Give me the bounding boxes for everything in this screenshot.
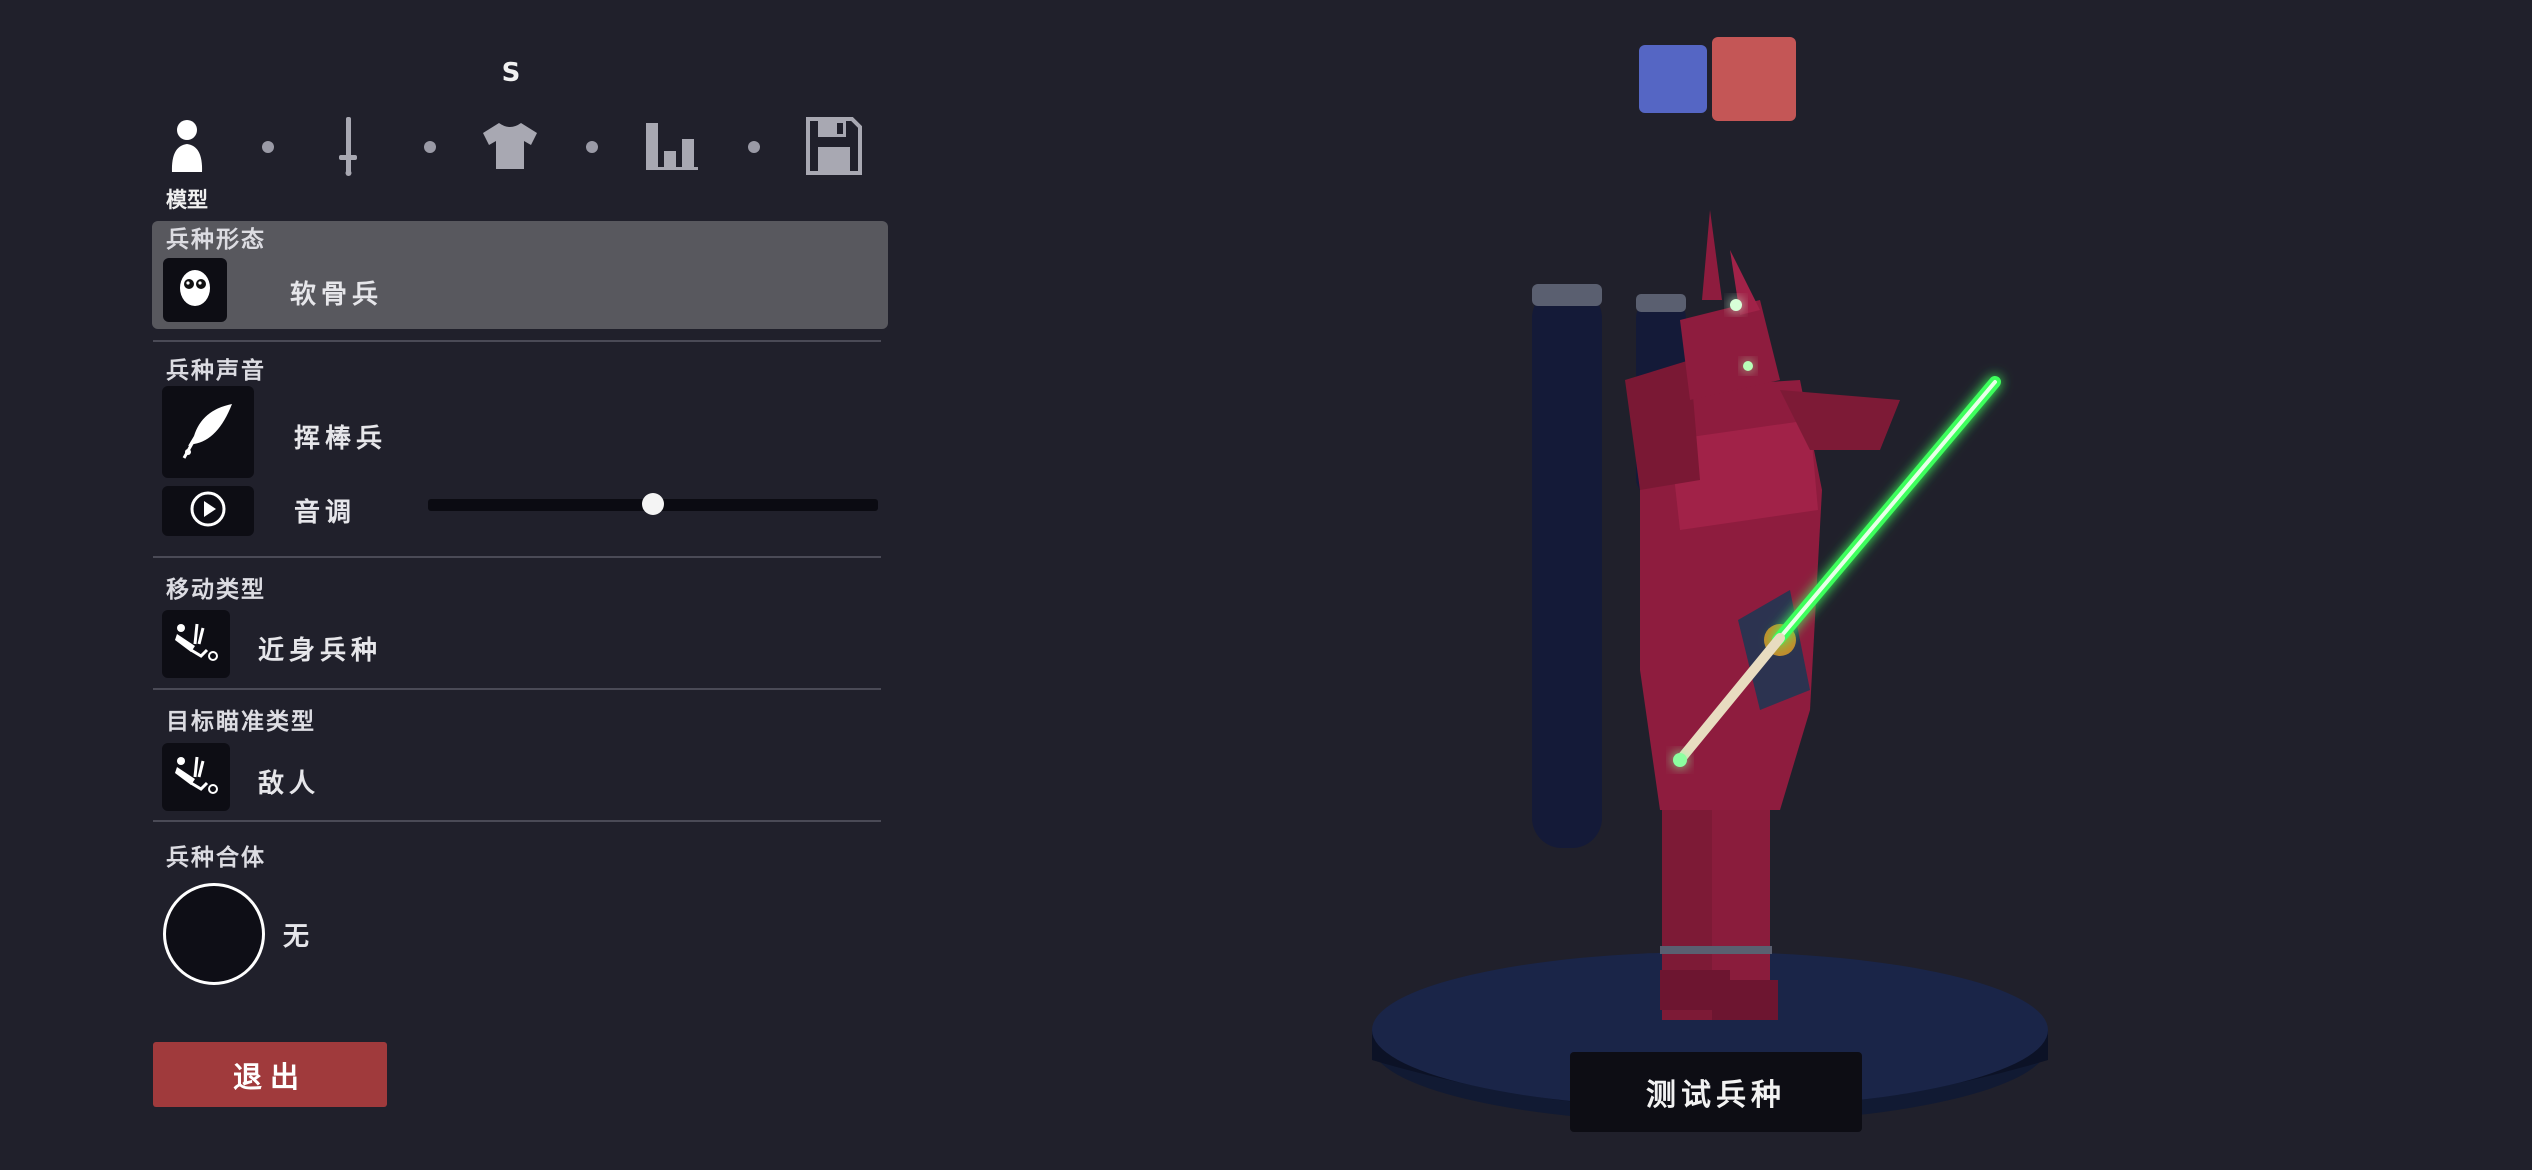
nav-separator-dot <box>748 141 760 153</box>
movement-icon-box[interactable] <box>162 610 230 678</box>
divider <box>153 340 881 342</box>
team-blue-button[interactable] <box>1639 45 1707 113</box>
movement-value: 近身兵种 <box>258 636 383 666</box>
test-unit-button[interactable]: 测试兵种 <box>1570 1052 1862 1132</box>
unit-form-icon-box[interactable] <box>163 258 227 322</box>
targeting-title: 目标瞄准类型 <box>166 709 316 735</box>
play-voice-button[interactable] <box>162 486 254 536</box>
unit-preview-viewport[interactable] <box>1340 150 2080 1150</box>
tab-clothing[interactable] <box>478 116 542 180</box>
pitch-slider-knob[interactable] <box>642 493 664 515</box>
merge-slot-button[interactable] <box>163 883 265 985</box>
merge-title: 兵种合体 <box>166 845 266 871</box>
team-red-button[interactable] <box>1712 37 1796 121</box>
nav-separator-dot <box>262 141 274 153</box>
pitch-label: 音调 <box>294 498 357 528</box>
divider <box>153 820 881 822</box>
unit-voice-icon-box[interactable] <box>162 386 254 478</box>
unit-form-value: 软骨兵 <box>290 280 384 310</box>
tab-stats[interactable] <box>640 116 704 180</box>
nav-separator-dot <box>586 141 598 153</box>
melee-unit-icon <box>171 620 221 668</box>
targeting-icon-box[interactable] <box>162 743 230 811</box>
shirt-icon <box>481 121 539 175</box>
save-icon <box>806 117 862 179</box>
divider <box>153 688 881 690</box>
play-icon <box>189 490 227 532</box>
person-icon <box>167 118 207 178</box>
unit-voice-title: 兵种声音 <box>166 358 266 384</box>
divider <box>153 556 881 558</box>
tab-top-label: S <box>501 58 521 88</box>
movement-title: 移动类型 <box>166 577 266 603</box>
exit-button[interactable]: 退出 <box>153 1042 387 1107</box>
sword-icon <box>336 115 360 181</box>
unit-voice-value: 挥棒兵 <box>294 424 388 454</box>
tab-weapons[interactable] <box>316 116 380 180</box>
unit-preview-render <box>1372 210 2048 1123</box>
skull-face-icon <box>177 268 213 312</box>
tab-save[interactable] <box>802 116 866 180</box>
stats-icon <box>644 121 700 175</box>
tab-caption: 模型 <box>166 188 208 212</box>
melee-unit-icon <box>171 753 221 801</box>
targeting-value: 敌人 <box>258 769 321 799</box>
nav-separator-dot <box>424 141 436 153</box>
feather-icon <box>178 400 238 464</box>
unit-form-title: 兵种形态 <box>166 227 266 253</box>
tab-model[interactable] <box>155 116 219 180</box>
merge-value: 无 <box>283 922 315 952</box>
